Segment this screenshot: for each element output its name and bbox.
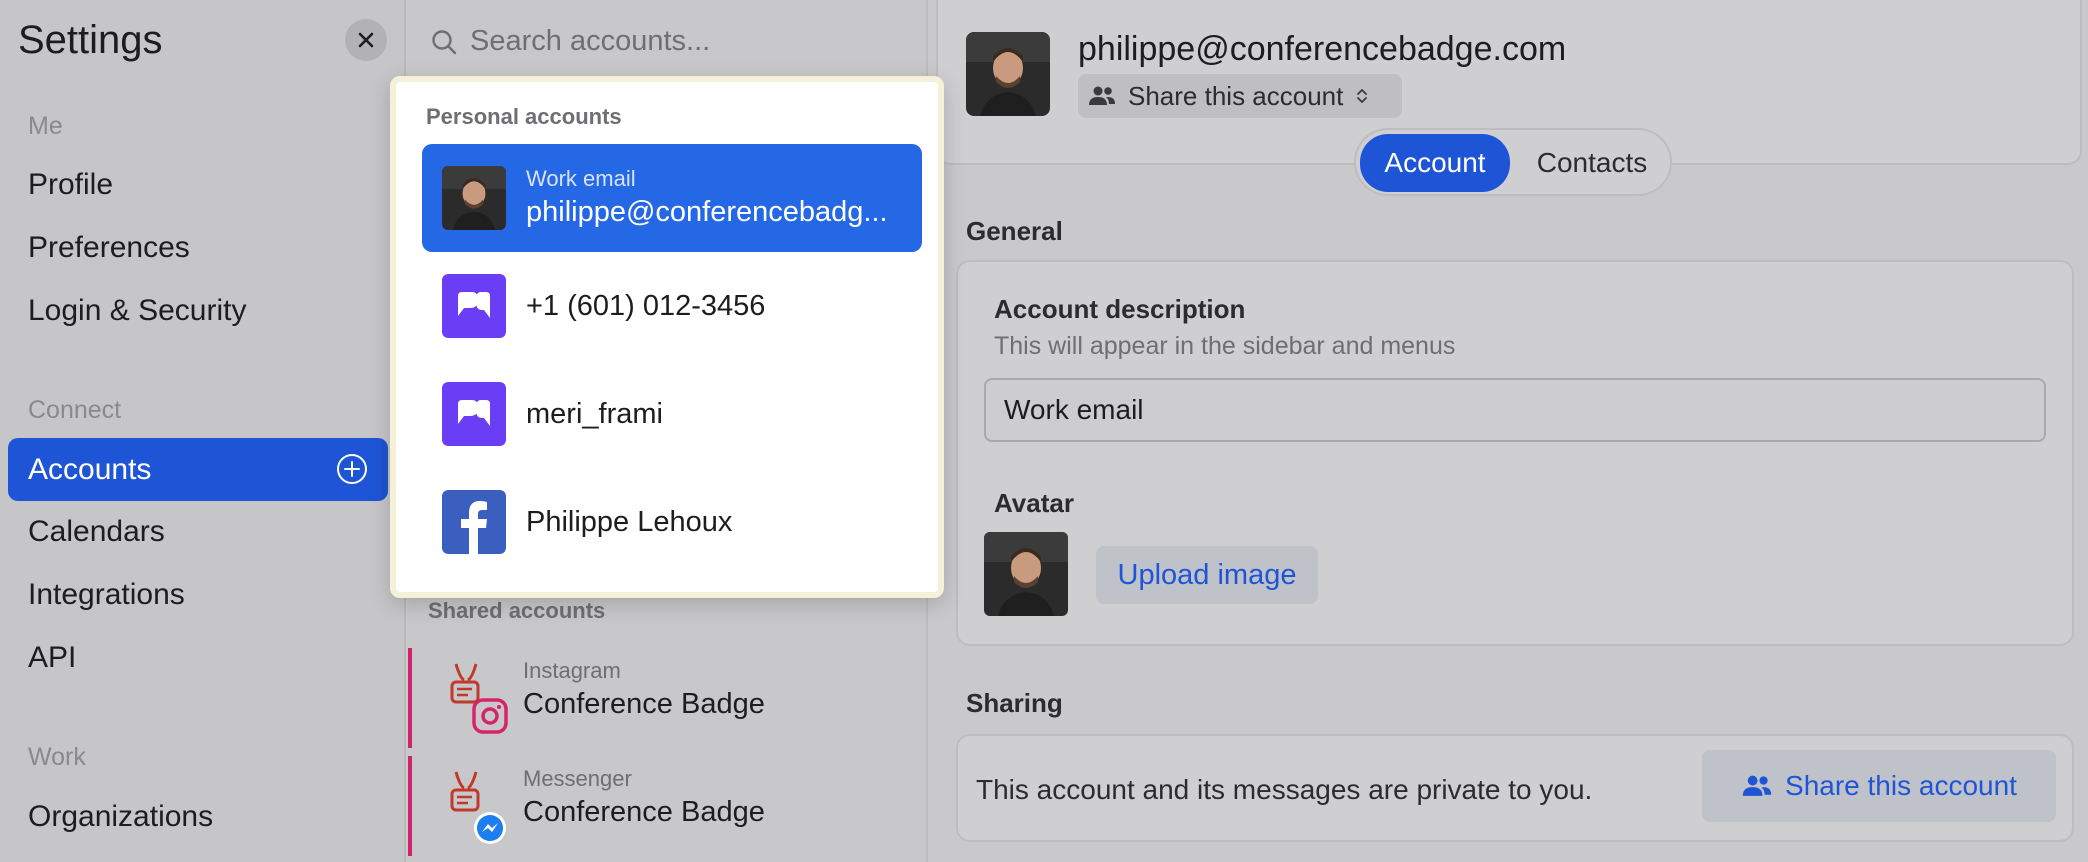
avatar [966, 32, 1050, 116]
dropdown-body: Personal accounts Work email philippe@co… [404, 90, 930, 584]
sharing-status-text: This account and its messages are privat… [976, 774, 1593, 805]
account-detail-pane: philippe@conferencebadge.com Share this … [930, 0, 2088, 862]
section-me-label: Me [28, 112, 63, 140]
avatar-photo [442, 166, 506, 230]
people-icon [1742, 775, 1772, 796]
add-account-icon[interactable] [336, 453, 368, 485]
account-name: Conference Badge [523, 796, 765, 828]
sidebar-item-organizations[interactable]: Organizations [28, 800, 213, 834]
search-icon [432, 30, 457, 55]
avatar-label: Avatar [994, 488, 1074, 518]
sharing-section-title: Sharing [966, 688, 1063, 718]
list-item-instagram[interactable]: Instagram Conference Badge [408, 648, 928, 748]
dropdown-item-meri-frami[interactable]: meri_frami [422, 360, 922, 468]
account-email: philippe@conferencebadge.com [1078, 30, 1567, 68]
upload-image-button[interactable]: Upload image [1096, 546, 1318, 604]
tab-contacts[interactable]: Contacts [1514, 134, 1670, 192]
chevron-up-down-icon [1357, 88, 1368, 104]
account-description-input[interactable] [984, 378, 2046, 442]
account-label: +1 (601) 012-3456 [526, 290, 766, 322]
search-input[interactable] [470, 20, 890, 62]
avatar [442, 166, 506, 230]
avatar-photo [966, 32, 1050, 116]
section-connect-label: Connect [28, 396, 122, 424]
avatar-photo [984, 532, 1068, 616]
share-account-button-label: Share this account [1785, 770, 2017, 801]
personal-accounts-header: Personal accounts [426, 104, 622, 129]
beeper-icon [442, 274, 506, 338]
sidebar-item-login-security[interactable]: Login & Security [28, 294, 246, 328]
account-description-help: This will appear in the sidebar and menu… [994, 332, 1456, 360]
sidebar-item-profile[interactable]: Profile [28, 168, 113, 202]
share-account-dropdown[interactable]: Share this account [1078, 74, 1402, 118]
account-label: Philippe Lehoux [526, 506, 733, 538]
messenger-icon [450, 771, 506, 844]
selection-bar [408, 756, 412, 856]
sidebar-item-preferences[interactable]: Preferences [28, 231, 190, 265]
close-button[interactable] [345, 19, 387, 61]
account-label: meri_frami [526, 398, 663, 430]
tab-account[interactable]: Account [1360, 134, 1510, 192]
close-icon [358, 32, 374, 48]
general-card: Account description This will appear in … [956, 260, 2074, 646]
settings-title: Settings [18, 18, 163, 62]
beeper-icon [442, 382, 506, 446]
avatar-preview [984, 532, 1068, 616]
account-switcher-dropdown: Personal accounts Work email philippe@co… [390, 76, 944, 598]
account-type: Instagram [523, 658, 621, 683]
people-icon [1089, 86, 1115, 105]
selection-bar [408, 648, 412, 748]
dropdown-item-facebook[interactable]: Philippe Lehoux [422, 468, 922, 576]
section-work-label: Work [28, 743, 86, 771]
dropdown-item-work-email[interactable]: Work email philippe@conferencebadg... [422, 144, 922, 252]
sidebar-item-accounts[interactable]: Accounts [8, 438, 388, 501]
share-account-button[interactable]: Share this account [1702, 750, 2056, 822]
account-subtitle: Work email [526, 166, 636, 191]
account-name: Conference Badge [523, 688, 765, 720]
shared-accounts-header: Shared accounts [428, 598, 606, 623]
instagram-icon [450, 663, 508, 734]
sharing-card: This account and its messages are privat… [956, 734, 2074, 842]
sidebar-item-calendars[interactable]: Calendars [28, 515, 165, 549]
sidebar-item-integrations[interactable]: Integrations [28, 578, 185, 612]
sidebar-item-label: Accounts [28, 453, 152, 486]
share-account-label: Share this account [1128, 80, 1344, 111]
facebook-icon [442, 490, 506, 554]
dropdown-item-phone[interactable]: +1 (601) 012-3456 [422, 252, 922, 360]
list-item-messenger[interactable]: Messenger Conference Badge [408, 756, 928, 856]
account-description-label: Account description [994, 294, 1246, 324]
settings-sidebar: Settings Me Profile Preferences Login & … [0, 0, 406, 862]
account-type: Messenger [523, 766, 632, 791]
account-label: philippe@conferencebadg... [526, 196, 888, 228]
detail-tabs: Account Contacts [1354, 128, 1672, 196]
general-section-title: General [966, 216, 1063, 246]
sidebar-item-api[interactable]: API [28, 641, 76, 675]
